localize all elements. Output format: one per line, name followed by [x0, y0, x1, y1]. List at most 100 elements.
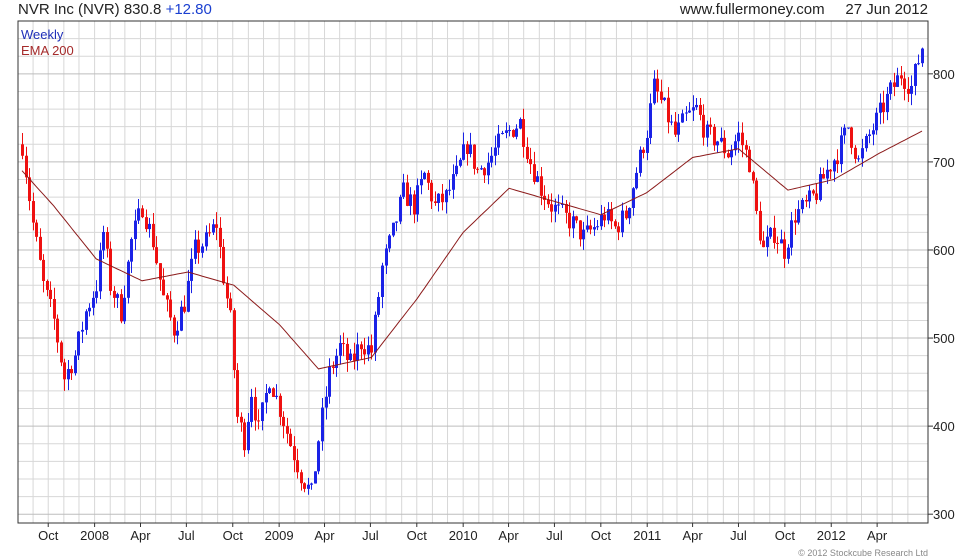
price-bar	[582, 221, 585, 250]
price-bar	[543, 185, 546, 210]
price-bar	[28, 168, 31, 211]
y-tick-label: 700	[933, 155, 955, 170]
price-bar	[639, 146, 642, 177]
price-bar	[208, 223, 211, 237]
price-bar	[21, 132, 24, 160]
price-bar	[681, 109, 684, 123]
price-bar	[720, 127, 723, 143]
price-bar	[448, 179, 451, 196]
price-bar	[709, 117, 712, 135]
price-bar	[642, 147, 645, 159]
price-bar	[501, 130, 504, 135]
price-bar	[805, 194, 808, 208]
price-bar	[808, 184, 811, 209]
copyright: © 2012 Stockcube Research Ltd	[798, 548, 928, 558]
price-bar	[547, 194, 550, 208]
x-tick-label: 2011	[633, 528, 661, 543]
price-bar	[282, 411, 285, 439]
price-bar	[116, 292, 119, 308]
price-chart: 300 400 500 600 700 800 Oct 2008 Apr Jul Oct 2009 A…	[17, 20, 955, 543]
price-bar	[529, 147, 532, 174]
price-bar	[377, 292, 380, 318]
price-bar	[649, 93, 652, 145]
price-bar	[360, 341, 363, 360]
price-bar	[123, 285, 126, 325]
price-bar	[607, 202, 610, 225]
price-bar	[635, 167, 638, 190]
price-bar	[402, 173, 405, 199]
price-bar	[716, 140, 719, 153]
price-bar	[272, 387, 275, 398]
price-bar	[621, 202, 624, 238]
y-tick-label: 800	[933, 67, 955, 82]
price-bar	[755, 177, 758, 215]
price-bar	[653, 70, 656, 105]
price-bar	[766, 225, 769, 257]
x-tick-label: Apr	[867, 528, 888, 543]
price-bar	[437, 193, 440, 212]
y-tick-label: 600	[933, 243, 955, 258]
price-bar	[137, 198, 140, 225]
price-bar	[776, 236, 779, 254]
price-bar	[625, 205, 628, 220]
price-bar	[663, 97, 666, 102]
price-bar	[201, 243, 204, 258]
price-bar	[688, 102, 691, 114]
price-bar	[603, 206, 606, 228]
price-bar	[836, 149, 839, 173]
price-bar	[42, 254, 45, 293]
plot-frame	[17, 20, 929, 524]
price-bar	[522, 108, 525, 158]
price-bar	[497, 124, 500, 156]
price-bar	[162, 268, 165, 296]
y-tick-label: 400	[933, 419, 955, 434]
price-bar	[773, 215, 776, 249]
price-bar	[610, 202, 613, 230]
price-bar	[565, 199, 568, 224]
price-bar	[787, 244, 790, 264]
price-bar	[399, 194, 402, 225]
price-bar	[81, 321, 84, 344]
price-bar	[540, 166, 543, 206]
price-bar	[734, 134, 737, 156]
price-bar	[505, 122, 508, 139]
price-bar	[229, 292, 232, 313]
price-bar	[889, 80, 892, 100]
price-bar	[512, 129, 515, 138]
price-bar	[286, 417, 289, 444]
price-bar	[469, 132, 472, 158]
price-bar	[702, 104, 705, 146]
price-bar	[865, 133, 868, 152]
price-bar	[342, 332, 345, 357]
price-bar	[695, 97, 698, 110]
price-bar	[102, 225, 105, 259]
price-bar	[328, 358, 331, 404]
price-bar	[780, 229, 783, 244]
legend-weekly: Weekly	[21, 27, 64, 42]
price-bar	[56, 314, 59, 353]
price-bar	[441, 183, 444, 211]
price-bar	[67, 360, 70, 391]
price-bar	[300, 469, 303, 491]
price-bar	[95, 280, 98, 304]
price-bar	[314, 471, 317, 484]
x-axis: Oct 2008 Apr Jul Oct 2009 Apr Jul Oct 2010 Apr Jul O…	[38, 523, 888, 543]
price-bar	[910, 75, 913, 106]
price-bar	[289, 428, 292, 447]
x-tick-label: Oct	[223, 528, 244, 543]
price-bar	[819, 167, 822, 202]
price-bar	[85, 309, 88, 335]
price-bar	[106, 227, 109, 258]
price-bar	[459, 157, 462, 168]
y-axis: 300 400 500 600 700 800	[928, 67, 955, 522]
price-bar	[120, 289, 123, 324]
price-bar	[550, 193, 553, 223]
price-bar	[494, 135, 497, 166]
x-tick-label: Oct	[407, 528, 428, 543]
price-bar	[275, 384, 278, 400]
legend-ema-200: EMA 200	[21, 43, 74, 58]
price-bar	[74, 350, 77, 376]
price-bar	[197, 230, 200, 264]
x-tick-label: Apr	[498, 528, 519, 543]
price-bar	[39, 228, 42, 261]
